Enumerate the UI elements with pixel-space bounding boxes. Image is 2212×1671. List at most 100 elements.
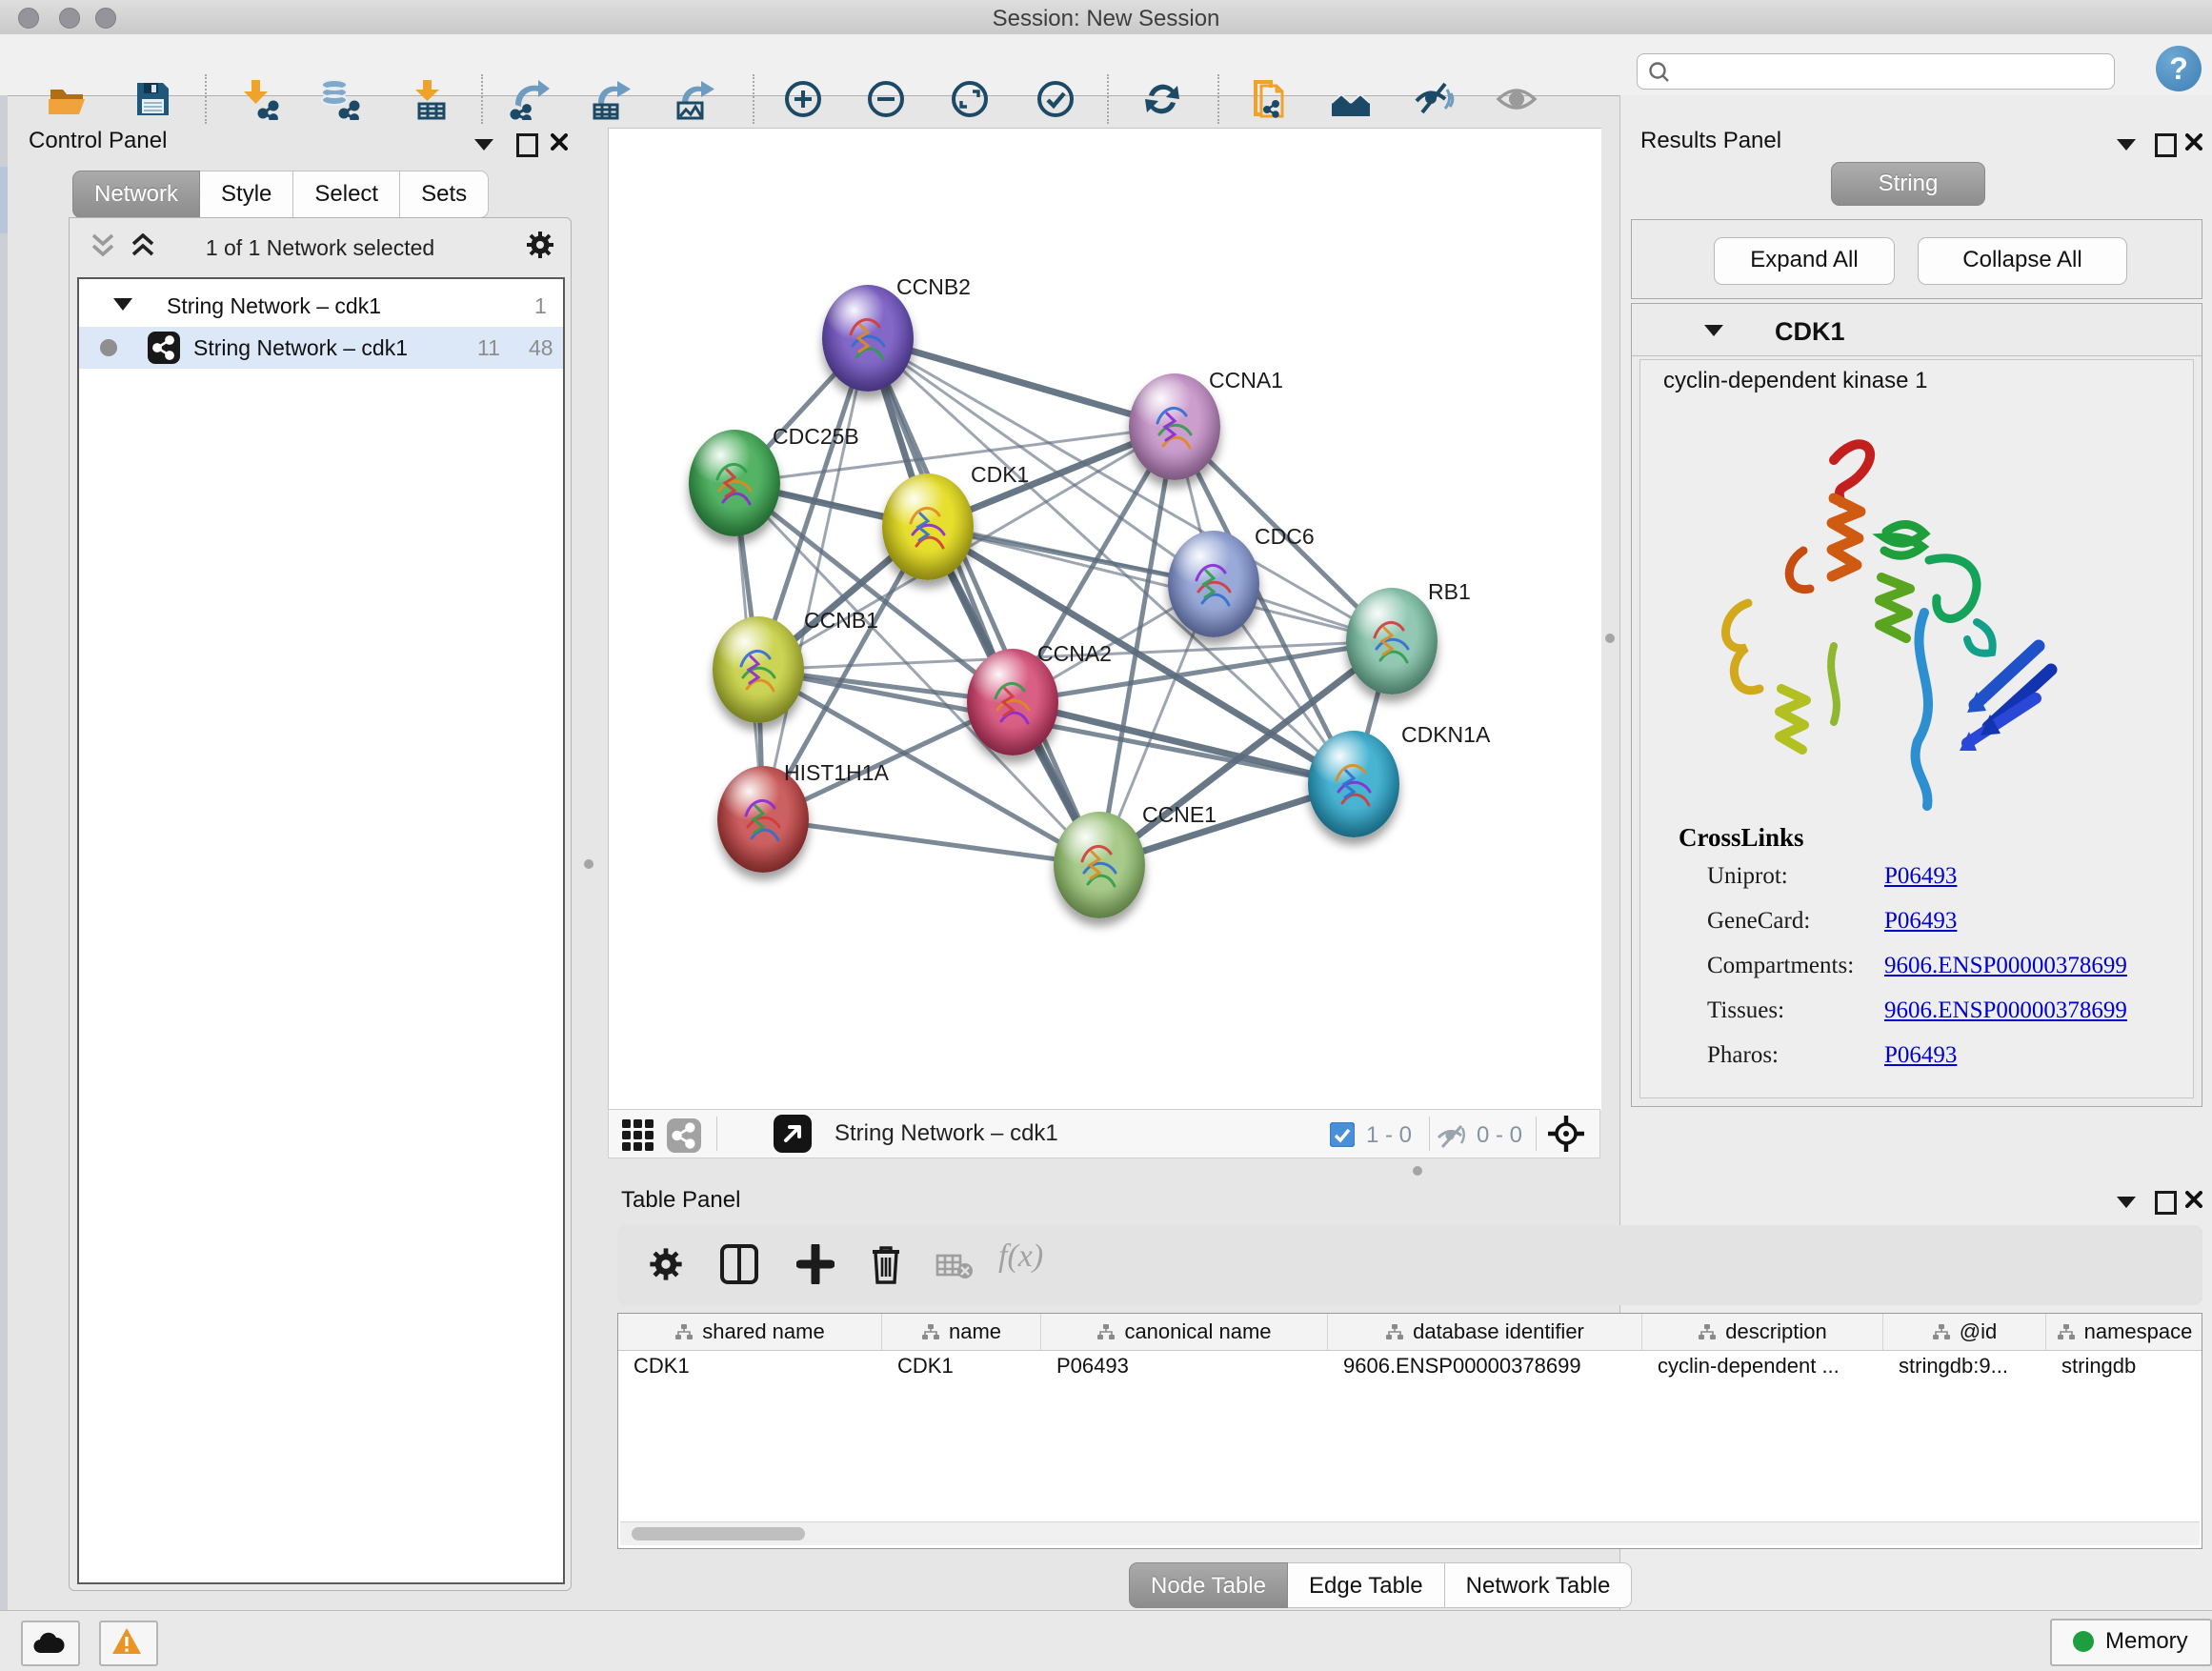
column-header-@id[interactable]: @id (1883, 1314, 2046, 1350)
table-row[interactable]: CDK1CDK1P064939606.ENSP00000378699cyclin… (618, 1350, 2202, 1384)
control-panel-float-icon[interactable] (516, 133, 538, 157)
edge-CCNA2-CDKN1A[interactable] (1013, 702, 1354, 784)
collapse-all-button[interactable]: Collapse All (1918, 237, 2127, 285)
table-panel-close-icon[interactable] (2185, 1191, 2202, 1208)
save-session-icon[interactable] (129, 78, 176, 120)
help-button[interactable]: ? (2156, 46, 2202, 91)
delete-column-icon[interactable] (869, 1244, 903, 1284)
edge-CCNB2-CCNA1[interactable] (868, 338, 1175, 427)
cloud-button[interactable] (21, 1621, 80, 1666)
edge-CCNB2-HIST1H1A[interactable] (763, 338, 868, 819)
zoom-selected-icon[interactable] (1032, 78, 1079, 120)
show-columns-icon[interactable] (720, 1244, 758, 1284)
expand-all-button[interactable]: Expand All (1714, 237, 1895, 285)
network-canvas[interactable]: CCNB2CCNA1CDC25BCDK1CDC6RB1CCNB1CCNA2CDK… (608, 128, 1601, 1110)
warnings-button[interactable] (99, 1621, 158, 1666)
node-CCNA1[interactable] (1129, 373, 1220, 480)
table-options-gear-icon[interactable] (648, 1246, 684, 1282)
export-image-icon[interactable] (670, 78, 717, 120)
node-CCNE1[interactable] (1054, 812, 1145, 918)
cybrowser-pages-icon[interactable] (1243, 78, 1291, 120)
function-builder-icon[interactable]: f(x) (998, 1238, 1043, 1275)
column-header-namespace[interactable]: namespace (2046, 1314, 2202, 1350)
column-header-database-identifier[interactable]: database identifier (1328, 1314, 1642, 1350)
graphics-details-eye-icon[interactable] (1410, 78, 1458, 120)
results-panel-float-icon[interactable] (2155, 133, 2177, 157)
hidden-items-eye-icon[interactable] (1437, 1124, 1469, 1149)
zoom-out-icon[interactable] (862, 78, 910, 120)
results-panel-menu-icon[interactable] (2117, 139, 2136, 151)
open-session-icon[interactable] (43, 78, 90, 120)
right-splitter-handle[interactable] (1605, 634, 1615, 643)
node-CCNB2[interactable] (822, 285, 914, 392)
table-panel-float-icon[interactable] (2155, 1191, 2177, 1215)
crosslink-value[interactable]: P06493 (1884, 863, 1957, 890)
home-pair-icon[interactable] (1327, 78, 1375, 120)
column-header-name[interactable]: name (882, 1314, 1041, 1350)
table-panel-menu-icon[interactable] (2117, 1197, 2136, 1208)
tab-network[interactable]: Network (72, 171, 200, 218)
protein-structure-image[interactable] (1686, 408, 2067, 817)
selected-checkbox-icon[interactable] (1330, 1122, 1355, 1147)
edge-CCNB2-CCNE1[interactable] (868, 338, 1099, 865)
crosslink-value[interactable]: P06493 (1884, 908, 1957, 935)
tab-select[interactable]: Select (293, 171, 400, 218)
node-CCNB1[interactable] (713, 616, 804, 723)
scrollbar-thumb[interactable] (632, 1527, 805, 1540)
edge-CDK1-RB1[interactable] (928, 527, 1392, 641)
add-column-icon[interactable] (796, 1244, 835, 1284)
memory-button[interactable]: Memory (2050, 1619, 2212, 1666)
column-header-description[interactable]: description (1642, 1314, 1883, 1350)
tab-style[interactable]: Style (200, 171, 293, 218)
network-row-selected[interactable]: String Network – cdk1 11 48 (79, 327, 563, 369)
crosslinks-title: CrossLinks (1679, 823, 1804, 853)
import-network-from-file-icon[interactable] (233, 78, 281, 120)
crosslink-value[interactable]: 9606.ENSP00000378699 (1884, 997, 2127, 1024)
network-options-gear-icon[interactable] (525, 230, 555, 260)
network-name: String Network – cdk1 (193, 335, 408, 361)
tab-node-table[interactable]: Node Table (1129, 1562, 1288, 1608)
bottom-splitter-handle[interactable] (1413, 1166, 1422, 1176)
crosslink-label: GeneCard: (1707, 908, 1884, 935)
node-RB1[interactable] (1346, 588, 1438, 695)
zoom-in-icon[interactable] (779, 78, 827, 120)
node-CDKN1A[interactable] (1308, 731, 1399, 837)
delete-table-icon[interactable] (935, 1252, 974, 1280)
results-panel-close-icon[interactable] (2185, 133, 2202, 151)
network-selection-status: 1 of 1 Network selected (70, 235, 571, 261)
window-left-edge (0, 95, 8, 1671)
entry-collapse-icon[interactable] (1704, 325, 1723, 336)
tab-sets[interactable]: Sets (400, 171, 489, 218)
network-view-share-icon[interactable] (667, 1118, 701, 1153)
search-input[interactable] (1678, 56, 2101, 85)
fit-selected-crosshair-icon[interactable] (1547, 1115, 1585, 1153)
tab-network-table[interactable]: Network Table (1445, 1562, 1633, 1608)
import-network-from-database-icon[interactable] (314, 78, 362, 120)
export-network-icon[interactable] (505, 78, 553, 120)
node-CDK1[interactable] (882, 473, 974, 580)
column-header-shared-name[interactable]: shared name (618, 1314, 882, 1350)
application-window: Session: New Session (0, 0, 2212, 1671)
left-splitter-handle[interactable] (584, 859, 593, 869)
horizontal-scrollbar[interactable] (620, 1521, 2200, 1545)
node-CDC25B[interactable] (689, 430, 780, 536)
tab-string[interactable]: String (1831, 162, 1985, 206)
node-CDC6[interactable] (1168, 531, 1259, 637)
crosslink-value[interactable]: P06493 (1884, 1042, 1957, 1069)
zoom-fit-content-icon[interactable] (946, 78, 994, 120)
control-panel-menu-icon[interactable] (474, 139, 493, 151)
apply-preferred-layout-icon[interactable] (1138, 78, 1186, 120)
tree-expand-icon[interactable] (113, 298, 132, 311)
export-table-icon[interactable] (586, 78, 633, 120)
birds-eye-view-icon[interactable] (774, 1115, 812, 1153)
import-table-from-file-icon[interactable] (405, 78, 452, 120)
edge-HIST1H1A-CCNE1[interactable] (763, 819, 1099, 865)
attribute-icon (921, 1323, 940, 1340)
show-hide-eye-icon[interactable] (1493, 78, 1540, 120)
crosslink-value[interactable]: 9606.ENSP00000378699 (1884, 953, 2127, 979)
grid-view-icon[interactable] (621, 1118, 655, 1153)
tab-edge-table[interactable]: Edge Table (1288, 1562, 1445, 1608)
network-collection-row[interactable]: String Network – cdk1 1 (79, 285, 563, 327)
control-panel-close-icon[interactable] (551, 133, 568, 151)
column-header-canonical-name[interactable]: canonical name (1041, 1314, 1328, 1350)
